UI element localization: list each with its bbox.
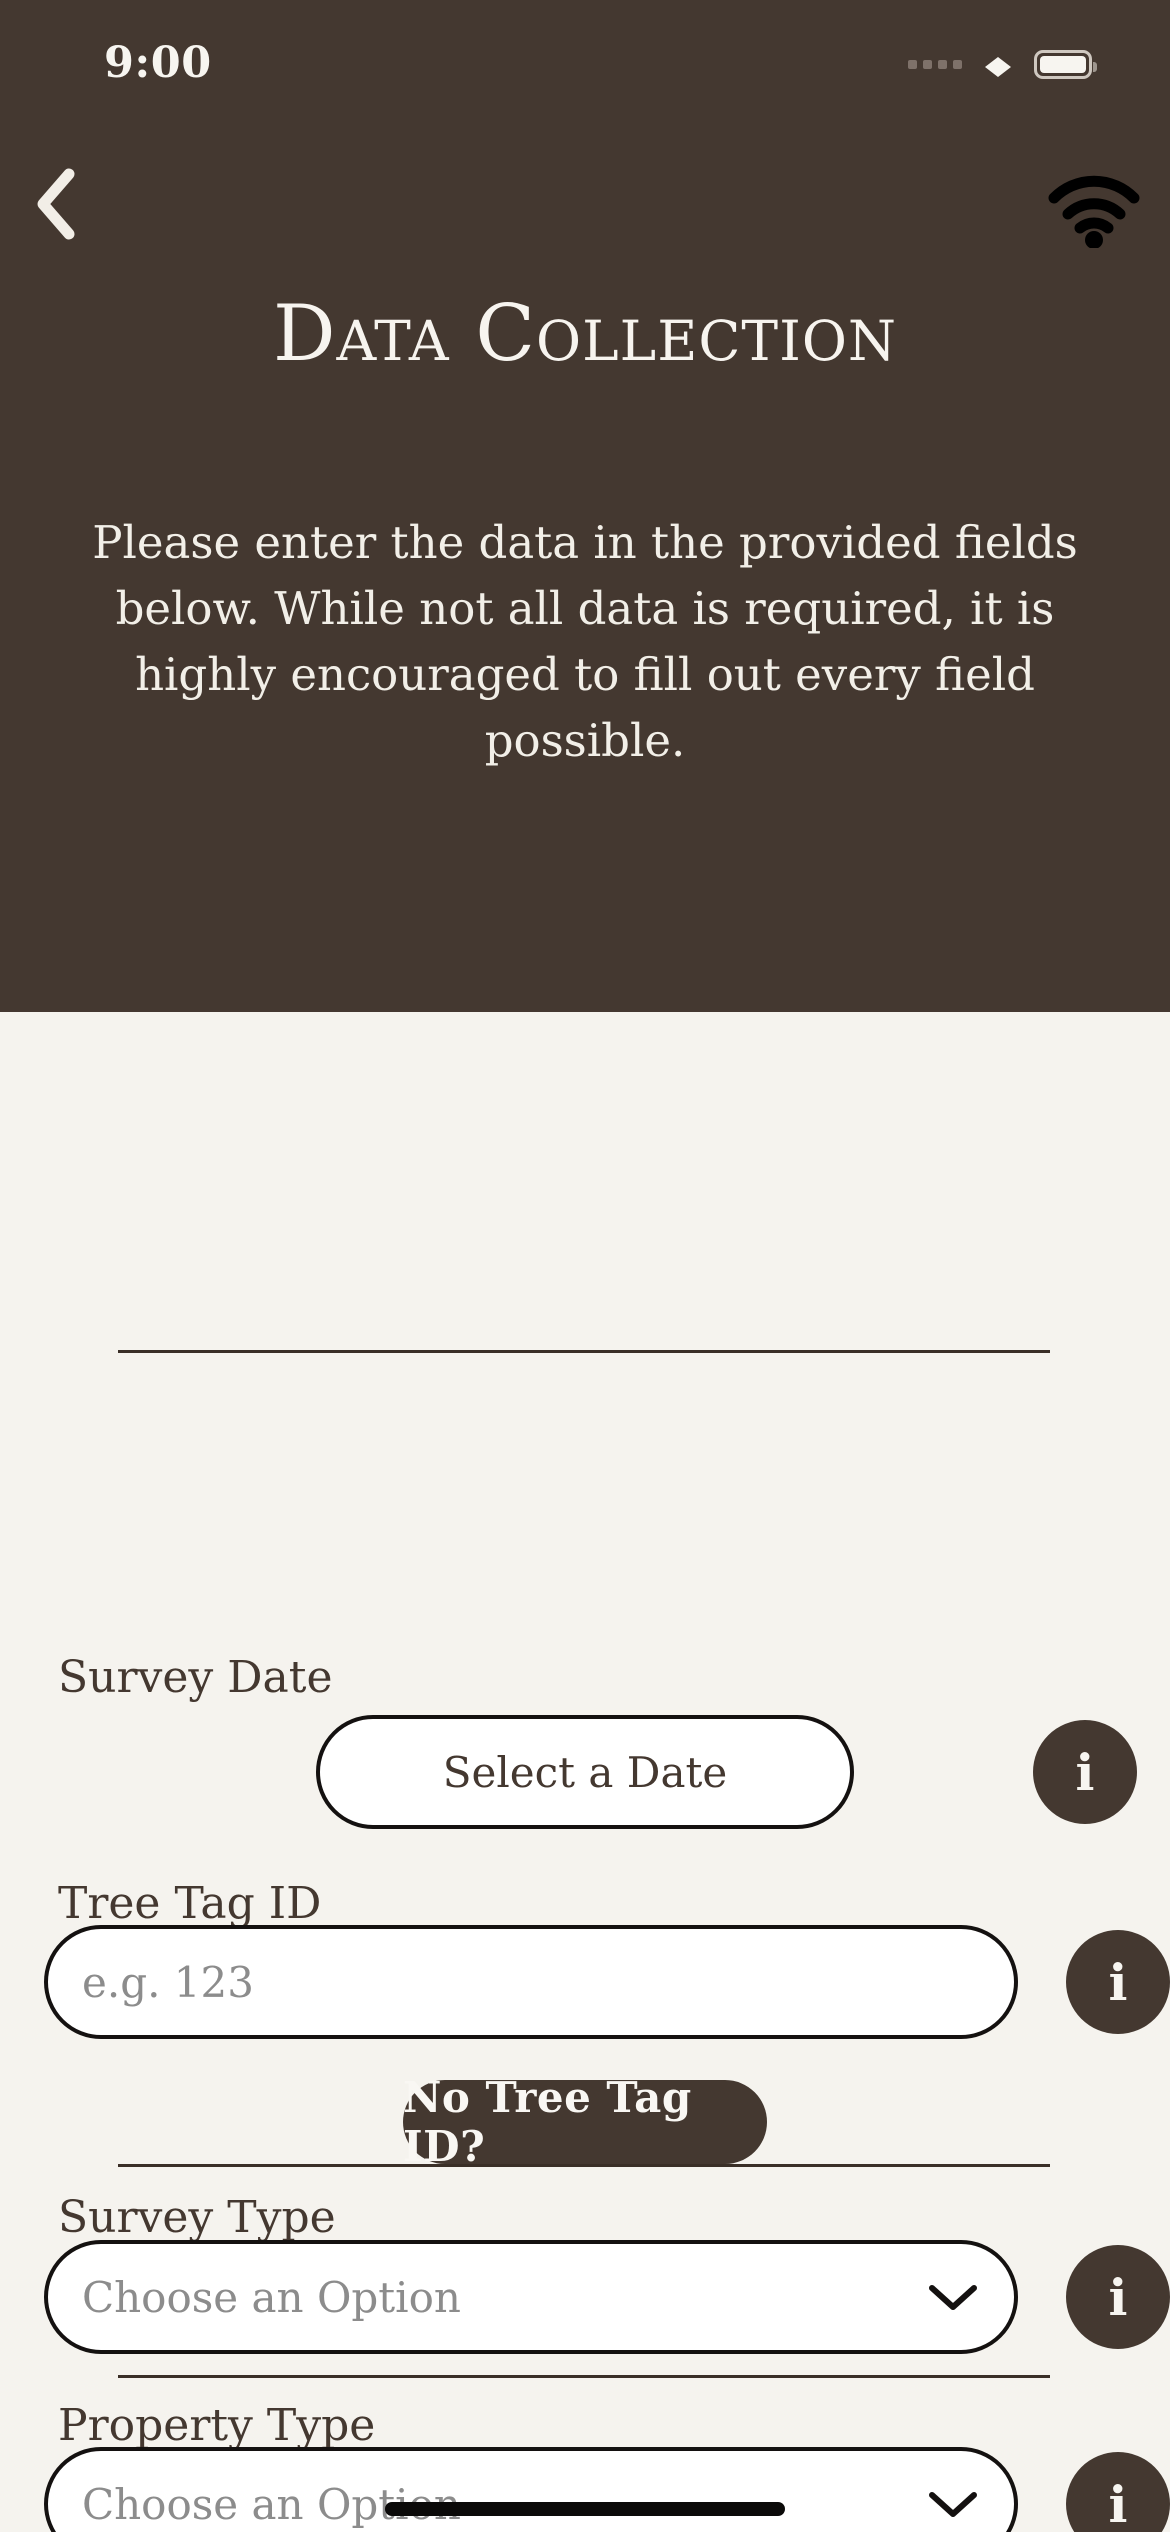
field-label-survey-date: Survey Date [58,1652,333,1703]
status-bar: 9:00 [0,0,1170,120]
status-bar-time: 9:00 [104,38,212,88]
info-button-tree-tag-id[interactable]: i [1066,1930,1170,2034]
page-subtitle: Please enter the data in the provided fi… [92,516,1078,767]
survey-type-select[interactable]: Choose an Option [44,2240,1018,2354]
wifi-icon [985,57,1011,77]
tree-tag-id-input[interactable]: e.g. 123 [44,1925,1018,2039]
field-row-property-type: Choose an Option i [44,2447,1170,2532]
divider [118,2375,1050,2378]
signal-dots-icon [908,59,962,69]
survey-type-select-value: Choose an Option [82,2272,461,2322]
info-button-property-type[interactable]: i [1066,2452,1170,2532]
chevron-left-icon [37,168,75,240]
page-header: 9:00 Data Collection Please enter the da… [0,0,1170,1012]
field-label-survey-type: Survey Type [58,2192,336,2243]
field-row-tree-tag-id: e.g. 123 i [44,1925,1170,2039]
field-row-survey-type: Choose an Option i [44,2240,1170,2354]
info-button-survey-type[interactable]: i [1066,2245,1170,2349]
app-screen: 9:00 Data Collection Please enter the da… [0,0,1170,2532]
battery-full-icon [1034,49,1097,79]
property-type-select[interactable]: Choose an Option [44,2447,1018,2532]
divider [118,1350,1050,1353]
field-row-survey-date: Select a Date i [0,1715,1170,1829]
field-label-property-type: Property Type [58,2400,376,2451]
back-button[interactable] [14,162,98,246]
field-label-tree-tag-id: Tree Tag ID [58,1878,322,1929]
home-indicator [385,2502,785,2516]
no-tree-tag-id-button[interactable]: No Tree Tag ID? [403,2073,767,2171]
chevron-down-icon [929,2285,977,2310]
info-button-survey-date[interactable]: i [1033,1720,1137,1824]
status-bar-indicators [908,44,1097,84]
page-title: Data Collection [272,289,898,379]
connection-status-button[interactable] [1038,152,1150,264]
chevron-down-icon [929,2492,977,2517]
wifi-icon [1048,175,1140,248]
select-a-date-button[interactable]: Select a Date [316,1715,854,1829]
no-tree-tag-row: No Tree Tag ID? [0,2073,1170,2171]
data-collection-form: Survey Date Select a Date i Tree Tag ID … [0,1012,1170,2532]
divider [118,2164,1050,2167]
